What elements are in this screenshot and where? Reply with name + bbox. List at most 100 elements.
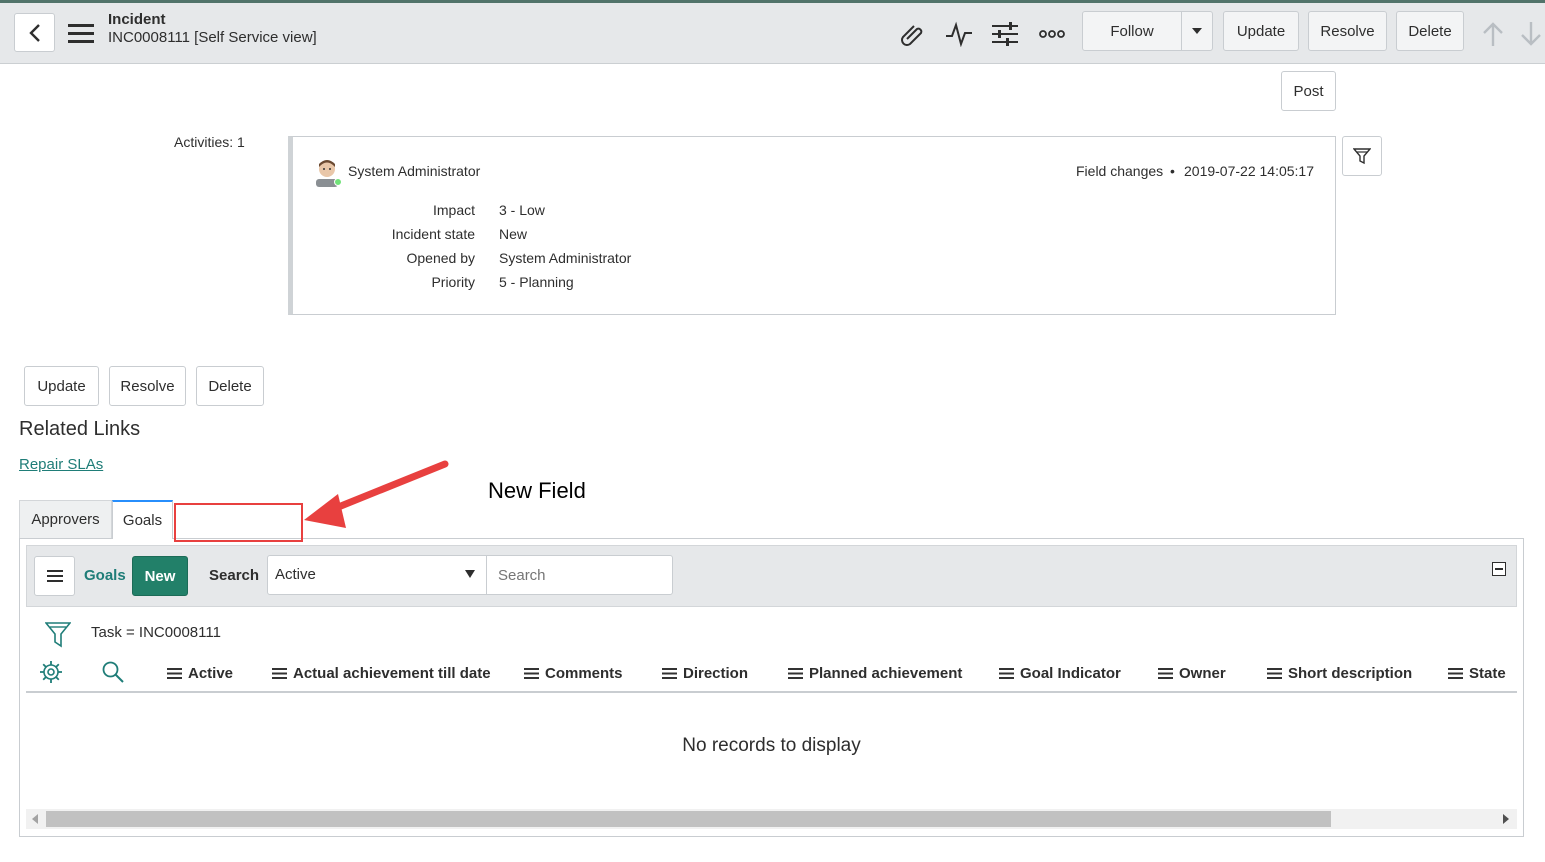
personalize-list-button[interactable] (38, 659, 64, 685)
column-menu-icon (272, 667, 287, 679)
header-delete-button[interactable]: Delete (1396, 11, 1464, 51)
column-label: Short description (1288, 664, 1413, 682)
minus-square-icon (1492, 562, 1506, 576)
form-subtitle: INC0008111 [Self Service view] (108, 29, 317, 46)
column-header-comments[interactable]: Comments (524, 662, 623, 684)
column-header-actual-achievement[interactable]: Actual achievement till date (272, 662, 491, 684)
horizontal-scrollbar[interactable] (26, 809, 1517, 829)
column-menu-icon (662, 667, 677, 679)
search-label: Search (209, 567, 260, 584)
collapse-list-button[interactable] (1491, 561, 1507, 577)
user-avatar[interactable] (314, 157, 342, 187)
column-menu-icon (1448, 667, 1463, 679)
bottom-update-button[interactable]: Update (24, 366, 99, 406)
paperclip-icon (901, 25, 923, 46)
column-header-goal-indicator[interactable]: Goal Indicator (999, 662, 1121, 684)
hamburger-icon (46, 570, 63, 582)
context-menu-button[interactable] (66, 18, 96, 48)
follow-button[interactable]: Follow (1082, 11, 1182, 51)
field-value-opened-by: System Administrator (499, 250, 632, 266)
pulse-icon (946, 21, 972, 47)
breadcrumb-filter-button[interactable] (44, 620, 72, 648)
activity-type: Field changes (1076, 163, 1164, 179)
field-value-impact: 3 - Low (499, 202, 545, 218)
field-value-priority: 5 - Planning (499, 274, 574, 290)
more-icon (1039, 30, 1065, 38)
field-label-opened-by: Opened by (406, 250, 476, 266)
scroll-right-icon (1503, 814, 1509, 824)
column-header-short-description[interactable]: Short description (1267, 662, 1412, 684)
activity-timestamp: 2019-07-22 14:05:17 (1184, 163, 1314, 179)
search-field-selected: Active (275, 566, 316, 583)
header-update-button[interactable]: Update (1223, 11, 1299, 51)
search-icon (102, 661, 124, 683)
column-menu-icon (1158, 667, 1173, 679)
personalize-form-button[interactable] (989, 18, 1021, 50)
form-title: Incident (108, 11, 166, 28)
activity-stream-button[interactable] (943, 18, 975, 50)
column-label: Comments (545, 664, 623, 682)
filter-breadcrumb[interactable]: Task = INC0008111 (91, 624, 221, 641)
column-header-direction[interactable]: Direction (662, 662, 748, 684)
column-label: Planned achievement (809, 664, 963, 682)
search-field-select[interactable]: Active (267, 555, 487, 595)
column-header-active[interactable]: Active (167, 662, 233, 684)
back-button[interactable] (14, 13, 55, 52)
activities-count-label: Activities: 1 (174, 134, 245, 150)
tab-goals[interactable]: Goals (112, 500, 173, 539)
column-menu-icon (788, 667, 803, 679)
field-label-priority: Priority (431, 274, 475, 290)
caret-down-icon (1192, 28, 1202, 34)
field-label-incident-state: Incident state (391, 226, 475, 242)
empty-list-message: No records to display (682, 735, 861, 756)
post-button[interactable]: Post (1281, 71, 1336, 111)
activity-user-name: System Administrator (348, 163, 481, 179)
column-menu-icon (167, 667, 182, 679)
column-label: Direction (683, 664, 749, 682)
header-resolve-button[interactable]: Resolve (1308, 11, 1387, 51)
scrollbar-thumb[interactable] (46, 811, 1331, 827)
column-label: Active (188, 664, 234, 682)
activity-separator: • (1170, 163, 1175, 179)
column-label: Actual achievement till date (293, 664, 491, 682)
hamburger-icon (68, 24, 94, 43)
bottom-resolve-button[interactable]: Resolve (109, 366, 186, 406)
scroll-left-icon (32, 814, 38, 824)
previous-record-button[interactable] (1478, 18, 1508, 50)
chevron-left-icon (28, 23, 40, 42)
repair-slas-link[interactable]: Repair SLAs (19, 456, 103, 473)
field-value-incident-state: New (499, 226, 528, 242)
list-title[interactable]: Goals (84, 567, 126, 584)
column-label: State (1469, 664, 1506, 682)
column-label: Owner (1179, 664, 1226, 682)
activity-filter-button[interactable] (1342, 136, 1382, 176)
column-header-owner[interactable]: Owner (1158, 662, 1226, 684)
column-header-state[interactable]: State (1448, 662, 1506, 684)
arrow-down-icon (1521, 22, 1541, 46)
list-context-menu-button[interactable] (34, 556, 75, 596)
sliders-icon (992, 22, 1018, 46)
tab-approvers[interactable]: Approvers (19, 500, 112, 538)
column-menu-icon (999, 667, 1014, 679)
column-header-divider (26, 691, 1517, 693)
search-input[interactable] (486, 555, 673, 595)
column-search-button[interactable] (100, 659, 126, 685)
next-record-button[interactable] (1520, 18, 1545, 50)
related-links-heading: Related Links (19, 418, 141, 440)
attachment-button[interactable] (896, 18, 928, 50)
new-record-button[interactable]: New (132, 556, 188, 596)
column-menu-icon (524, 667, 539, 679)
gear-icon (40, 661, 62, 683)
more-options-button[interactable] (1036, 18, 1068, 50)
column-header-planned-achievement[interactable]: Planned achievement (788, 662, 962, 684)
caret-down-icon (465, 570, 475, 578)
bottom-delete-button[interactable]: Delete (196, 366, 264, 406)
field-label-impact: Impact (432, 202, 475, 218)
column-label: Goal Indicator (1020, 664, 1121, 682)
funnel-icon (1353, 148, 1371, 165)
follow-dropdown-button[interactable] (1181, 11, 1213, 51)
online-status-dot (334, 178, 342, 186)
annotation-arrow (304, 460, 449, 528)
new-field-highlight-box (174, 503, 303, 542)
funnel-icon (45, 622, 71, 648)
